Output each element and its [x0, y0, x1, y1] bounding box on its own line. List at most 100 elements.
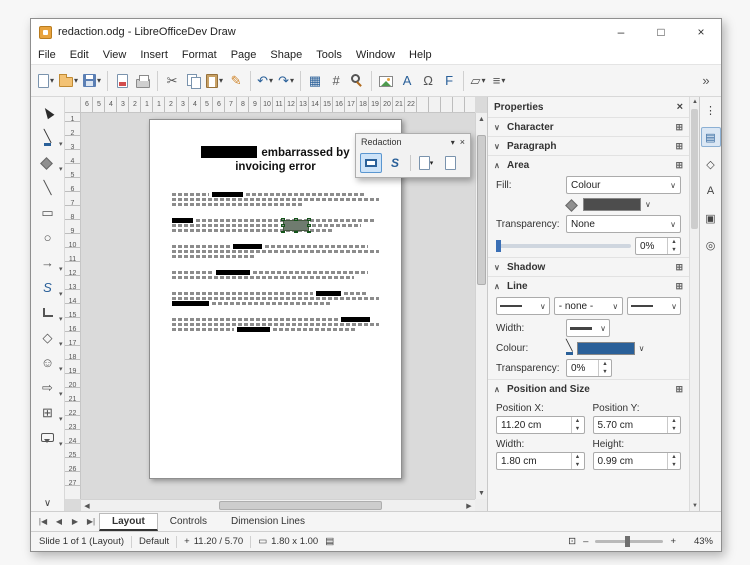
connectors-dropdown[interactable]: ▾: [59, 315, 63, 323]
zoom-level[interactable]: 43%: [683, 536, 713, 547]
redaction-toolbar-close-icon[interactable]: ×: [460, 137, 465, 147]
spin-up-icon[interactable]: ▲: [572, 417, 584, 425]
clone-formatting-button[interactable]: ✎: [226, 69, 246, 93]
position-size-dialog-launcher-icon[interactable]: ⊞: [675, 384, 683, 395]
menu-insert[interactable]: Insert: [133, 47, 175, 63]
last-layer-button[interactable]: ▶|: [83, 517, 99, 526]
menu-shape[interactable]: Shape: [263, 47, 309, 63]
curves-polygons-dropdown[interactable]: ▾: [59, 290, 63, 298]
spin-down-icon[interactable]: ▼: [668, 461, 680, 469]
deck-navigator-icon[interactable]: ◎: [701, 235, 721, 255]
scroll-left-icon[interactable]: ◀: [81, 500, 93, 512]
transformations-button[interactable]: ▱▾: [468, 69, 488, 93]
undo-dropdown[interactable]: ▾: [269, 76, 273, 85]
tab-layout[interactable]: Layout: [99, 513, 158, 531]
fill-color-swatch[interactable]: [583, 198, 641, 211]
chevron-up-icon[interactable]: ∧: [494, 161, 502, 170]
chevron-down-icon[interactable]: ∨: [494, 123, 502, 132]
save-dropdown[interactable]: ▾: [97, 76, 101, 85]
special-character-button[interactable]: Ω: [418, 69, 438, 93]
spinner-arrows[interactable]: ▲▼: [598, 360, 611, 376]
deck-properties-icon[interactable]: ▤: [701, 127, 721, 147]
vertical-scroll-thumb[interactable]: [477, 135, 486, 285]
copy-button[interactable]: [183, 69, 203, 93]
spinner-arrows[interactable]: ▲▼: [667, 453, 680, 469]
sidebar-scroll-up-icon[interactable]: ▲: [690, 97, 700, 107]
sidebar-scrollbar[interactable]: ▲ ▼: [689, 97, 699, 511]
open-button[interactable]: ▾: [57, 69, 80, 93]
section-paragraph[interactable]: ∨ Paragraph ⊞: [488, 136, 689, 155]
section-character[interactable]: ∨ Character ⊞: [488, 117, 689, 136]
first-layer-button[interactable]: |◀: [35, 517, 51, 526]
helplines-button[interactable]: #: [326, 69, 346, 93]
redo-dropdown[interactable]: ▾: [290, 76, 294, 85]
horizontal-scroll-thumb[interactable]: [219, 501, 382, 510]
vertical-scrollbar[interactable]: ▲ ▼: [475, 113, 487, 499]
transparency-spinner[interactable]: 0% ▲▼: [635, 237, 681, 255]
export-black-redaction-button[interactable]: [439, 153, 461, 173]
cut-button[interactable]: ✂: [162, 69, 182, 93]
fill-color-dropdown[interactable]: ▾: [59, 165, 63, 173]
zoom-slider[interactable]: [595, 540, 663, 543]
page-style[interactable]: Default: [139, 536, 169, 547]
previous-layer-button[interactable]: ◀: [51, 517, 67, 526]
line-width-select[interactable]: ∨: [566, 319, 610, 337]
zoom-button[interactable]: [347, 69, 367, 93]
selection-handle[interactable]: [281, 224, 285, 227]
transparency-slider[interactable]: [496, 244, 631, 248]
connectors-button[interactable]: ▾: [34, 300, 62, 325]
canvas-workspace[interactable]: 6543211234567891011121314151617181920212…: [65, 97, 487, 511]
insert-image-button[interactable]: [376, 69, 396, 93]
vertical-ruler[interactable]: 1234567891011121314151617181920212223242…: [65, 113, 81, 499]
next-layer-button[interactable]: ▶: [67, 517, 83, 526]
basic-shapes-dropdown[interactable]: ▾: [59, 340, 63, 348]
line-color-swatch[interactable]: [577, 342, 635, 355]
insert-textbox-button[interactable]: A: [397, 69, 417, 93]
line-dialog-launcher-icon[interactable]: ⊞: [675, 281, 683, 292]
export-pdf-button[interactable]: [112, 69, 132, 93]
paragraph-dialog-launcher-icon[interactable]: ⊞: [675, 141, 683, 152]
zoom-out-button[interactable]: –: [583, 536, 588, 547]
scroll-right-icon[interactable]: ▶: [463, 500, 475, 512]
paste-dropdown[interactable]: ▾: [219, 76, 223, 85]
maximize-button[interactable]: □: [641, 19, 681, 45]
zoom-fit-icon[interactable]: ⊡: [568, 536, 576, 547]
section-line[interactable]: ∧ Line ⊞: [488, 276, 689, 295]
block-arrows-dropdown[interactable]: ▾: [59, 390, 63, 398]
menu-format[interactable]: Format: [175, 47, 224, 63]
symbol-shapes-button[interactable]: ☺▾: [34, 350, 62, 375]
redo-button[interactable]: ↷▾: [276, 69, 296, 93]
menu-file[interactable]: File: [31, 47, 63, 63]
title-bar[interactable]: redaction.odg - LibreOfficeDev Draw – □ …: [31, 19, 721, 45]
spin-down-icon[interactable]: ▼: [599, 368, 611, 376]
deck-gallery-icon[interactable]: ▣: [701, 208, 721, 228]
menu-window[interactable]: Window: [349, 47, 402, 63]
lines-arrows-button[interactable]: →▾: [34, 250, 62, 275]
callout-shapes-dropdown[interactable]: ▾: [59, 440, 63, 448]
undo-button[interactable]: ↶▾: [255, 69, 275, 93]
zoom-slider-thumb[interactable]: [625, 536, 630, 547]
curves-polygons-button[interactable]: S▾: [34, 275, 62, 300]
spin-down-icon[interactable]: ▼: [572, 425, 584, 433]
sidebar-scroll-down-icon[interactable]: ▼: [690, 501, 700, 511]
zoom-in-button[interactable]: +: [670, 536, 676, 547]
paste-button[interactable]: ▾: [204, 69, 225, 93]
arrow-style-select[interactable]: - none -∨: [554, 297, 623, 315]
chevron-down-icon[interactable]: ∨: [494, 142, 502, 151]
insert-line-button[interactable]: ╲: [34, 175, 62, 200]
selection-handle[interactable]: [307, 224, 311, 227]
scroll-up-icon[interactable]: ▲: [476, 113, 487, 125]
menu-view[interactable]: View: [96, 47, 134, 63]
position-y-input[interactable]: 5.70 cm ▲▼: [593, 416, 682, 434]
section-area[interactable]: ∧ Area ⊞: [488, 155, 689, 174]
height-input[interactable]: 0.99 cm ▲▼: [593, 452, 682, 470]
export-redaction-dropdown[interactable]: ▾: [430, 159, 434, 167]
scroll-down-icon[interactable]: ▼: [476, 487, 487, 499]
section-position-size[interactable]: ∧ Position and Size ⊞: [488, 379, 689, 398]
tab-dimension-lines[interactable]: Dimension Lines: [219, 514, 317, 529]
spinner-arrows[interactable]: ▲▼: [571, 453, 584, 469]
spin-up-icon[interactable]: ▲: [668, 238, 680, 246]
section-shadow[interactable]: ∨ Shadow ⊞: [488, 257, 689, 276]
drawing-toolbar-overflow-button[interactable]: ∨: [44, 498, 51, 509]
menu-tools[interactable]: Tools: [309, 47, 349, 63]
